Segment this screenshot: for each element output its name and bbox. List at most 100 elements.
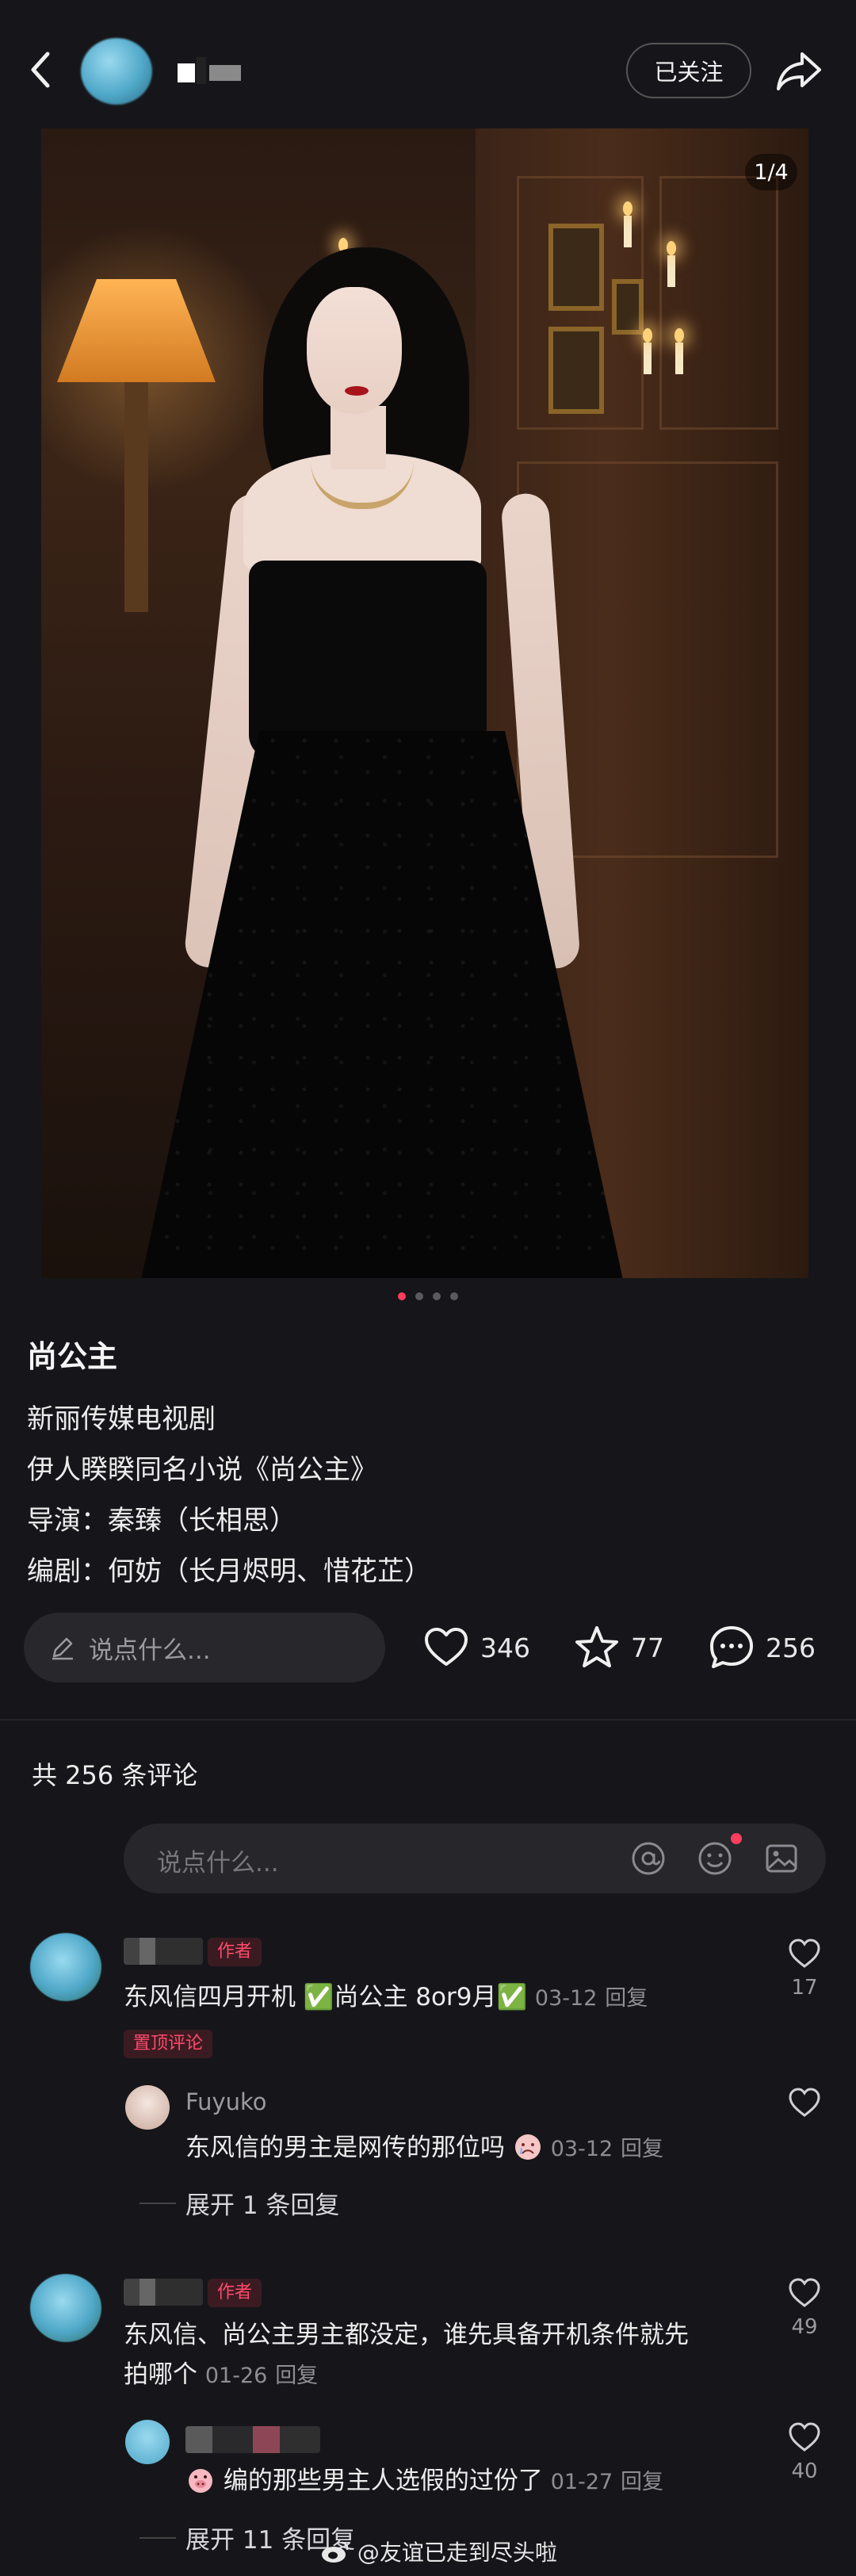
image-icon[interactable]	[762, 1839, 801, 1877]
say-something-input[interactable]: 说点什么...	[24, 1613, 385, 1682]
carousel-dot[interactable]	[450, 1292, 458, 1300]
heart-outline-icon	[789, 1939, 820, 1968]
candle	[624, 216, 632, 247]
expand-divider	[139, 2537, 176, 2539]
heart-outline-icon	[789, 2088, 820, 2117]
author-tag: 作者	[208, 2279, 262, 2307]
comment-input[interactable]: 说点什么...	[124, 1824, 826, 1893]
post-body: 新丽传媒电视剧 伊人睽睽同名小说《尚公主》 导演：秦臻（长相思） 编剧：何妨（长…	[27, 1394, 835, 1597]
notification-dot	[731, 1833, 742, 1844]
weibo-logo-icon	[322, 2541, 349, 2563]
comment-date: 03-12	[534, 1986, 598, 2011]
candle	[675, 343, 683, 374]
comment-bubble-icon	[710, 1626, 753, 1668]
comment-button[interactable]: 256	[707, 1622, 816, 1673]
dress-bodice	[249, 561, 487, 759]
carousel-dot-active[interactable]	[398, 1292, 406, 1300]
reply-like-button[interactable]: 40	[781, 2420, 828, 2483]
crying-face-emoji-icon	[514, 2134, 541, 2160]
reply-body: 编的那些男主人选假的过份了	[223, 2467, 543, 2495]
heart-icon	[425, 1628, 468, 1666]
comment-like-count: 49	[791, 2315, 818, 2339]
favorite-button[interactable]: 77	[572, 1622, 664, 1673]
comment-body-line: 东风信、尚公主男主都没定，谁先具备开机条件就先	[124, 2321, 689, 2349]
top-bar: 已关注	[0, 0, 856, 135]
emoji-icon[interactable]	[696, 1839, 734, 1877]
author-tag: 作者	[208, 1938, 262, 1966]
post-title: 尚公主	[27, 1339, 118, 1374]
post-line: 编剧：何妨（长月烬明、惜花芷）	[27, 1556, 431, 1587]
wall-panel	[659, 176, 778, 430]
comments-total-label: 共 256 条评论	[32, 1760, 198, 1790]
pen-icon	[52, 1637, 73, 1660]
candle-flame	[667, 241, 676, 255]
pinned-tag: 置顶评论	[124, 2030, 213, 2058]
comment-like-button[interactable]: 49	[781, 2276, 828, 2339]
commenter-name-blurred[interactable]	[124, 1938, 203, 1965]
comment-date: 01-26	[204, 2364, 268, 2388]
comment-body-line: 拍哪个	[124, 2360, 197, 2389]
candle	[667, 255, 675, 287]
post-image[interactable]: 1/4	[41, 128, 808, 1278]
heart-outline-icon	[789, 2422, 820, 2452]
picture-frame	[548, 224, 604, 311]
picture-frame	[548, 327, 604, 414]
heart-outline-icon	[789, 2278, 820, 2307]
reply-like-button[interactable]	[781, 2085, 828, 2125]
commenter-avatar[interactable]	[30, 1933, 101, 2001]
candle-flame	[623, 201, 632, 216]
reply-avatar[interactable]	[125, 2420, 170, 2464]
post-line: 伊人睽睽同名小说《尚公主》	[27, 1454, 377, 1486]
watermark-text: @友谊已走到尽头啦	[357, 2540, 557, 2566]
section-divider	[0, 1719, 856, 1721]
favorite-count: 77	[631, 1632, 664, 1663]
expand-replies-button[interactable]: 展开 1 条回复	[185, 2185, 339, 2221]
candle-flame	[643, 328, 652, 343]
expand-divider	[139, 2203, 176, 2204]
candle	[644, 343, 652, 374]
reply-text[interactable]: 编的那些男主人选假的过份了 01-27 回复	[185, 2461, 756, 2502]
commenter-name-blurred[interactable]	[124, 2279, 203, 2306]
share-icon[interactable]	[774, 46, 824, 94]
reply-body: 东风信的男主是网传的那位吗	[185, 2134, 505, 2162]
author-avatar[interactable]	[81, 38, 152, 105]
author-name-blurred[interactable]	[178, 56, 249, 84]
post-line: 新丽传媒电视剧	[27, 1403, 216, 1435]
mention-icon[interactable]	[629, 1839, 667, 1877]
carousel-dot[interactable]	[433, 1292, 441, 1300]
comment-count-stat: 256	[766, 1632, 816, 1663]
say-placeholder: 说点什么...	[89, 1636, 211, 1665]
reply-date: 03-12	[550, 2137, 613, 2161]
post-line: 导演：秦臻（长相思）	[27, 1505, 296, 1537]
comment-text[interactable]: 东风信、尚公主男主都没定，谁先具备开机条件就先 拍哪个 01-26 回复	[124, 2315, 774, 2396]
reply-text[interactable]: 东风信的男主是网传的那位吗 03-12 回复	[185, 2128, 756, 2169]
figure-lips	[345, 386, 369, 396]
follow-button[interactable]: 已关注	[626, 43, 751, 98]
pig-face-emoji-icon	[189, 2469, 212, 2493]
carousel-dots	[0, 1292, 856, 1308]
back-arrow-icon[interactable]	[24, 46, 63, 94]
reply-date: 01-27	[550, 2470, 613, 2494]
commenter-avatar[interactable]	[30, 2274, 101, 2342]
comment-input-placeholder: 说点什么...	[157, 1849, 279, 1877]
carousel-dot[interactable]	[415, 1292, 423, 1300]
reply-avatar[interactable]	[125, 2085, 170, 2130]
comment-text[interactable]: 东风信四月开机 ✅尚公主 8or9月✅ 03-12 回复	[124, 1977, 774, 2019]
reply-author-name-blurred[interactable]	[185, 2426, 320, 2453]
like-button[interactable]: 346	[422, 1622, 530, 1673]
comment-like-count: 17	[791, 1976, 818, 2000]
reply-link[interactable]: 回复	[621, 2137, 663, 2161]
picture-frame	[612, 279, 644, 335]
like-count: 346	[480, 1632, 530, 1663]
lamp-base	[124, 382, 148, 612]
watermark: @友谊已走到尽头啦	[320, 2536, 557, 2567]
reply-link[interactable]: 回复	[605, 1986, 648, 2011]
reply-link[interactable]: 回复	[621, 2470, 663, 2494]
figure-neck	[331, 406, 386, 469]
comment-body: 东风信四月开机 ✅尚公主 8or9月✅	[124, 1983, 528, 2011]
comment-like-button[interactable]: 17	[781, 1936, 828, 2000]
image-counter: 1/4	[745, 154, 797, 190]
reply-link[interactable]: 回复	[275, 2364, 318, 2388]
star-icon	[575, 1626, 618, 1667]
reply-author-name[interactable]: Fuyuko	[185, 2088, 267, 2115]
